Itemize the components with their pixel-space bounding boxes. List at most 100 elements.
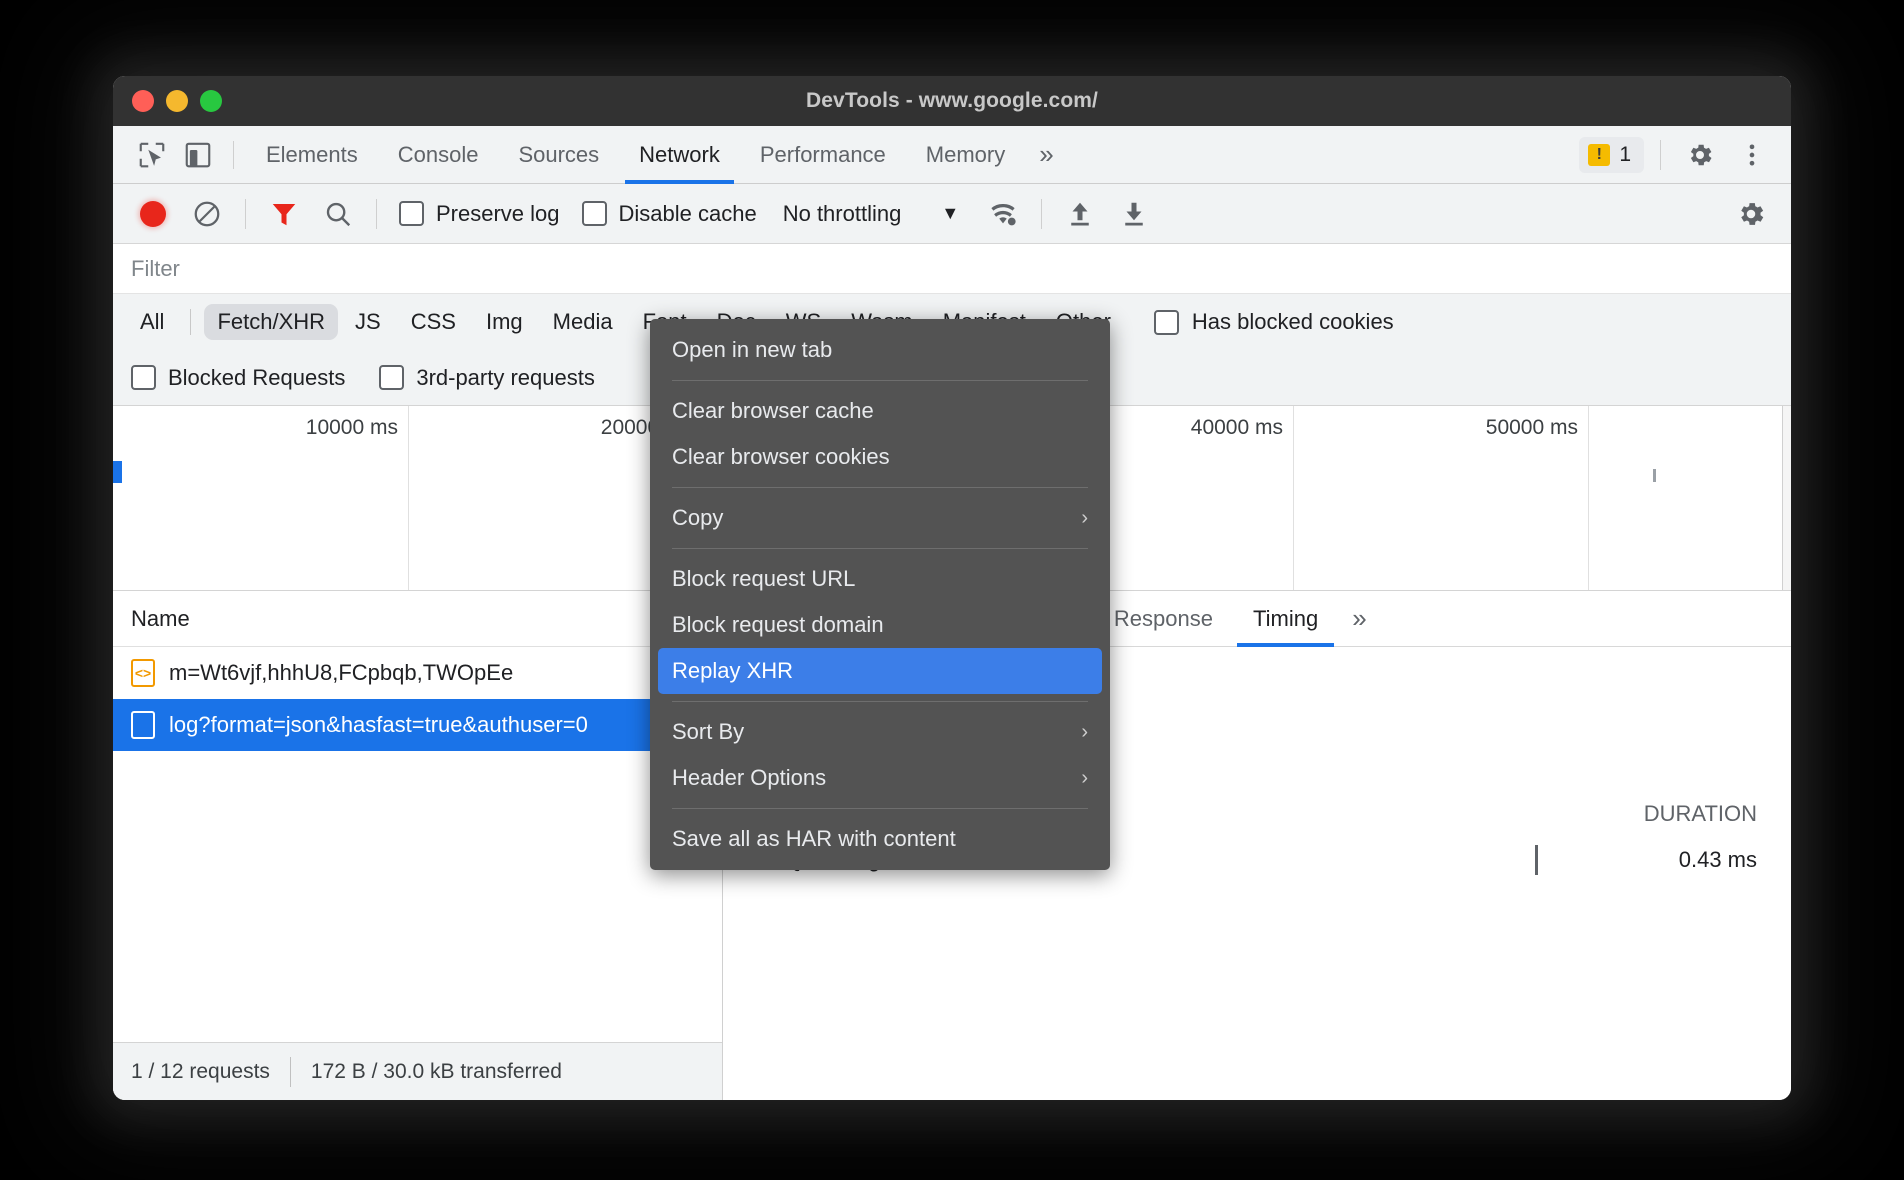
chip-css[interactable]: CSS (398, 304, 469, 340)
chip-all[interactable]: All (127, 304, 177, 340)
has-blocked-cookies-checkbox[interactable]: Has blocked cookies (1154, 309, 1394, 335)
disable-cache-checkbox[interactable]: Disable cache (572, 201, 767, 227)
tab-elements[interactable]: Elements (246, 126, 378, 184)
more-tabs-icon[interactable]: » (1025, 139, 1067, 170)
inspect-element-icon[interactable] (129, 132, 175, 178)
disable-cache-label: Disable cache (619, 201, 757, 227)
tab-label: Memory (926, 142, 1005, 168)
import-har-icon[interactable] (1054, 188, 1106, 240)
toolbar-divider (245, 199, 246, 229)
device-toolbar-icon[interactable] (175, 132, 221, 178)
tab-console[interactable]: Console (378, 126, 499, 184)
filter-input[interactable]: Filter (131, 256, 180, 282)
checkbox-box (399, 201, 424, 226)
export-har-icon[interactable] (1108, 188, 1160, 240)
devtools-window: DevTools - www.google.com/ Elements Cons… (113, 76, 1791, 1100)
blocked-requests-checkbox[interactable]: Blocked Requests (131, 365, 345, 391)
blocked-requests-label: Blocked Requests (168, 365, 345, 391)
chip-media[interactable]: Media (540, 304, 626, 340)
tab-label: Performance (760, 142, 886, 168)
issues-badge[interactable]: ! 1 (1579, 137, 1644, 173)
checkbox-box (131, 365, 156, 390)
network-settings-gear-icon[interactable] (1725, 188, 1777, 240)
toolbar-divider (233, 141, 234, 169)
tab-label: Elements (266, 142, 358, 168)
menu-item-sort-by[interactable]: Sort By › (650, 709, 1110, 755)
gear-icon[interactable] (1677, 132, 1723, 178)
tab-label: Response (1114, 606, 1213, 632)
menu-item-label: Clear browser cookies (672, 444, 890, 470)
document-icon (131, 711, 155, 739)
overview-tick-label: 50000 ms (1486, 416, 1588, 440)
network-conditions-icon[interactable] (977, 188, 1029, 240)
tab-response[interactable]: Response (1094, 591, 1233, 647)
toolbar-divider (1660, 140, 1661, 170)
menu-item-block-request-url[interactable]: Block request URL (650, 556, 1110, 602)
chip-fetch-xhr[interactable]: Fetch/XHR (204, 304, 338, 340)
menu-item-label: Replay XHR (672, 658, 793, 684)
kebab-menu-icon[interactable] (1729, 132, 1775, 178)
chip-divider (190, 309, 191, 335)
tab-sources[interactable]: Sources (498, 126, 619, 184)
chevron-down-icon: ▼ (941, 203, 959, 224)
table-row[interactable]: <> m=Wt6vjf,hhhU8,FCpbqb,TWOpEe (113, 647, 722, 699)
menu-item-label: Open in new tab (672, 337, 832, 363)
tab-label: Sources (518, 142, 599, 168)
more-detail-tabs-icon[interactable]: » (1338, 603, 1380, 634)
timing-bar-cell (1145, 845, 1617, 875)
third-party-requests-checkbox[interactable]: 3rd-party requests (379, 365, 595, 391)
menu-item-block-request-domain[interactable]: Block request domain (650, 602, 1110, 648)
menu-item-clear-browser-cache[interactable]: Clear browser cache (650, 388, 1110, 434)
issues-count: 1 (1619, 143, 1631, 167)
search-icon[interactable] (312, 188, 364, 240)
menu-item-header-options[interactable]: Header Options › (650, 755, 1110, 801)
menu-item-clear-browser-cookies[interactable]: Clear browser cookies (650, 434, 1110, 480)
menu-separator (672, 808, 1088, 809)
menu-item-label: Clear browser cache (672, 398, 874, 424)
duration-column-header: DURATION (1644, 801, 1757, 827)
script-icon: <> (131, 659, 155, 687)
record-button[interactable] (127, 188, 179, 240)
overview-scroll-edge[interactable] (1782, 406, 1791, 590)
clear-button[interactable] (181, 188, 233, 240)
requests-count: 1 / 12 requests (131, 1060, 270, 1084)
checkbox-box (1154, 310, 1179, 335)
menu-item-open-in-new-tab[interactable]: Open in new tab (650, 327, 1110, 373)
preserve-log-label: Preserve log (436, 201, 560, 227)
overview-request-marker (1653, 469, 1656, 482)
devtools-tab-bar: Elements Console Sources Network Perform… (113, 126, 1791, 184)
tab-timing[interactable]: Timing (1233, 591, 1338, 647)
request-list-empty-area (113, 751, 722, 1042)
checkbox-box (582, 201, 607, 226)
menu-item-replay-xhr[interactable]: Replay XHR (658, 648, 1102, 694)
filter-funnel-icon[interactable] (258, 188, 310, 240)
table-row[interactable]: log?format=json&hasfast=true&authuser=0 (113, 699, 722, 751)
chip-js[interactable]: JS (342, 304, 394, 340)
request-name: log?format=json&hasfast=true&authuser=0 (169, 712, 588, 738)
tab-network[interactable]: Network (619, 126, 740, 184)
menu-separator (672, 380, 1088, 381)
toolbar-divider (376, 199, 377, 229)
warning-issues-icon: ! (1588, 144, 1610, 166)
context-menu: Open in new tab Clear browser cache Clea… (650, 319, 1110, 870)
tab-performance[interactable]: Performance (740, 126, 906, 184)
preserve-log-checkbox[interactable]: Preserve log (389, 201, 570, 227)
overview-tick-label: 40000 ms (1191, 416, 1293, 440)
overview-request-bar (113, 461, 122, 483)
toolbar-divider (1041, 199, 1042, 229)
chevron-right-icon: › (1081, 507, 1088, 530)
tab-memory[interactable]: Memory (906, 126, 1025, 184)
menu-item-copy[interactable]: Copy › (650, 495, 1110, 541)
overview-gridline (1588, 406, 1589, 590)
menu-item-label: Save all as HAR with content (672, 826, 956, 852)
menu-separator (672, 701, 1088, 702)
timing-row-duration: 0.43 ms (1617, 847, 1757, 873)
chevron-right-icon: › (1081, 721, 1088, 744)
chip-img[interactable]: Img (473, 304, 536, 340)
third-party-requests-label: 3rd-party requests (416, 365, 595, 391)
column-header-name: Name (131, 606, 190, 632)
throttling-dropdown[interactable]: No throttling ▼ (769, 201, 959, 227)
tab-label: Timing (1253, 606, 1318, 632)
request-list-header[interactable]: Name (113, 591, 722, 647)
menu-item-save-all-as-har[interactable]: Save all as HAR with content (650, 816, 1110, 862)
